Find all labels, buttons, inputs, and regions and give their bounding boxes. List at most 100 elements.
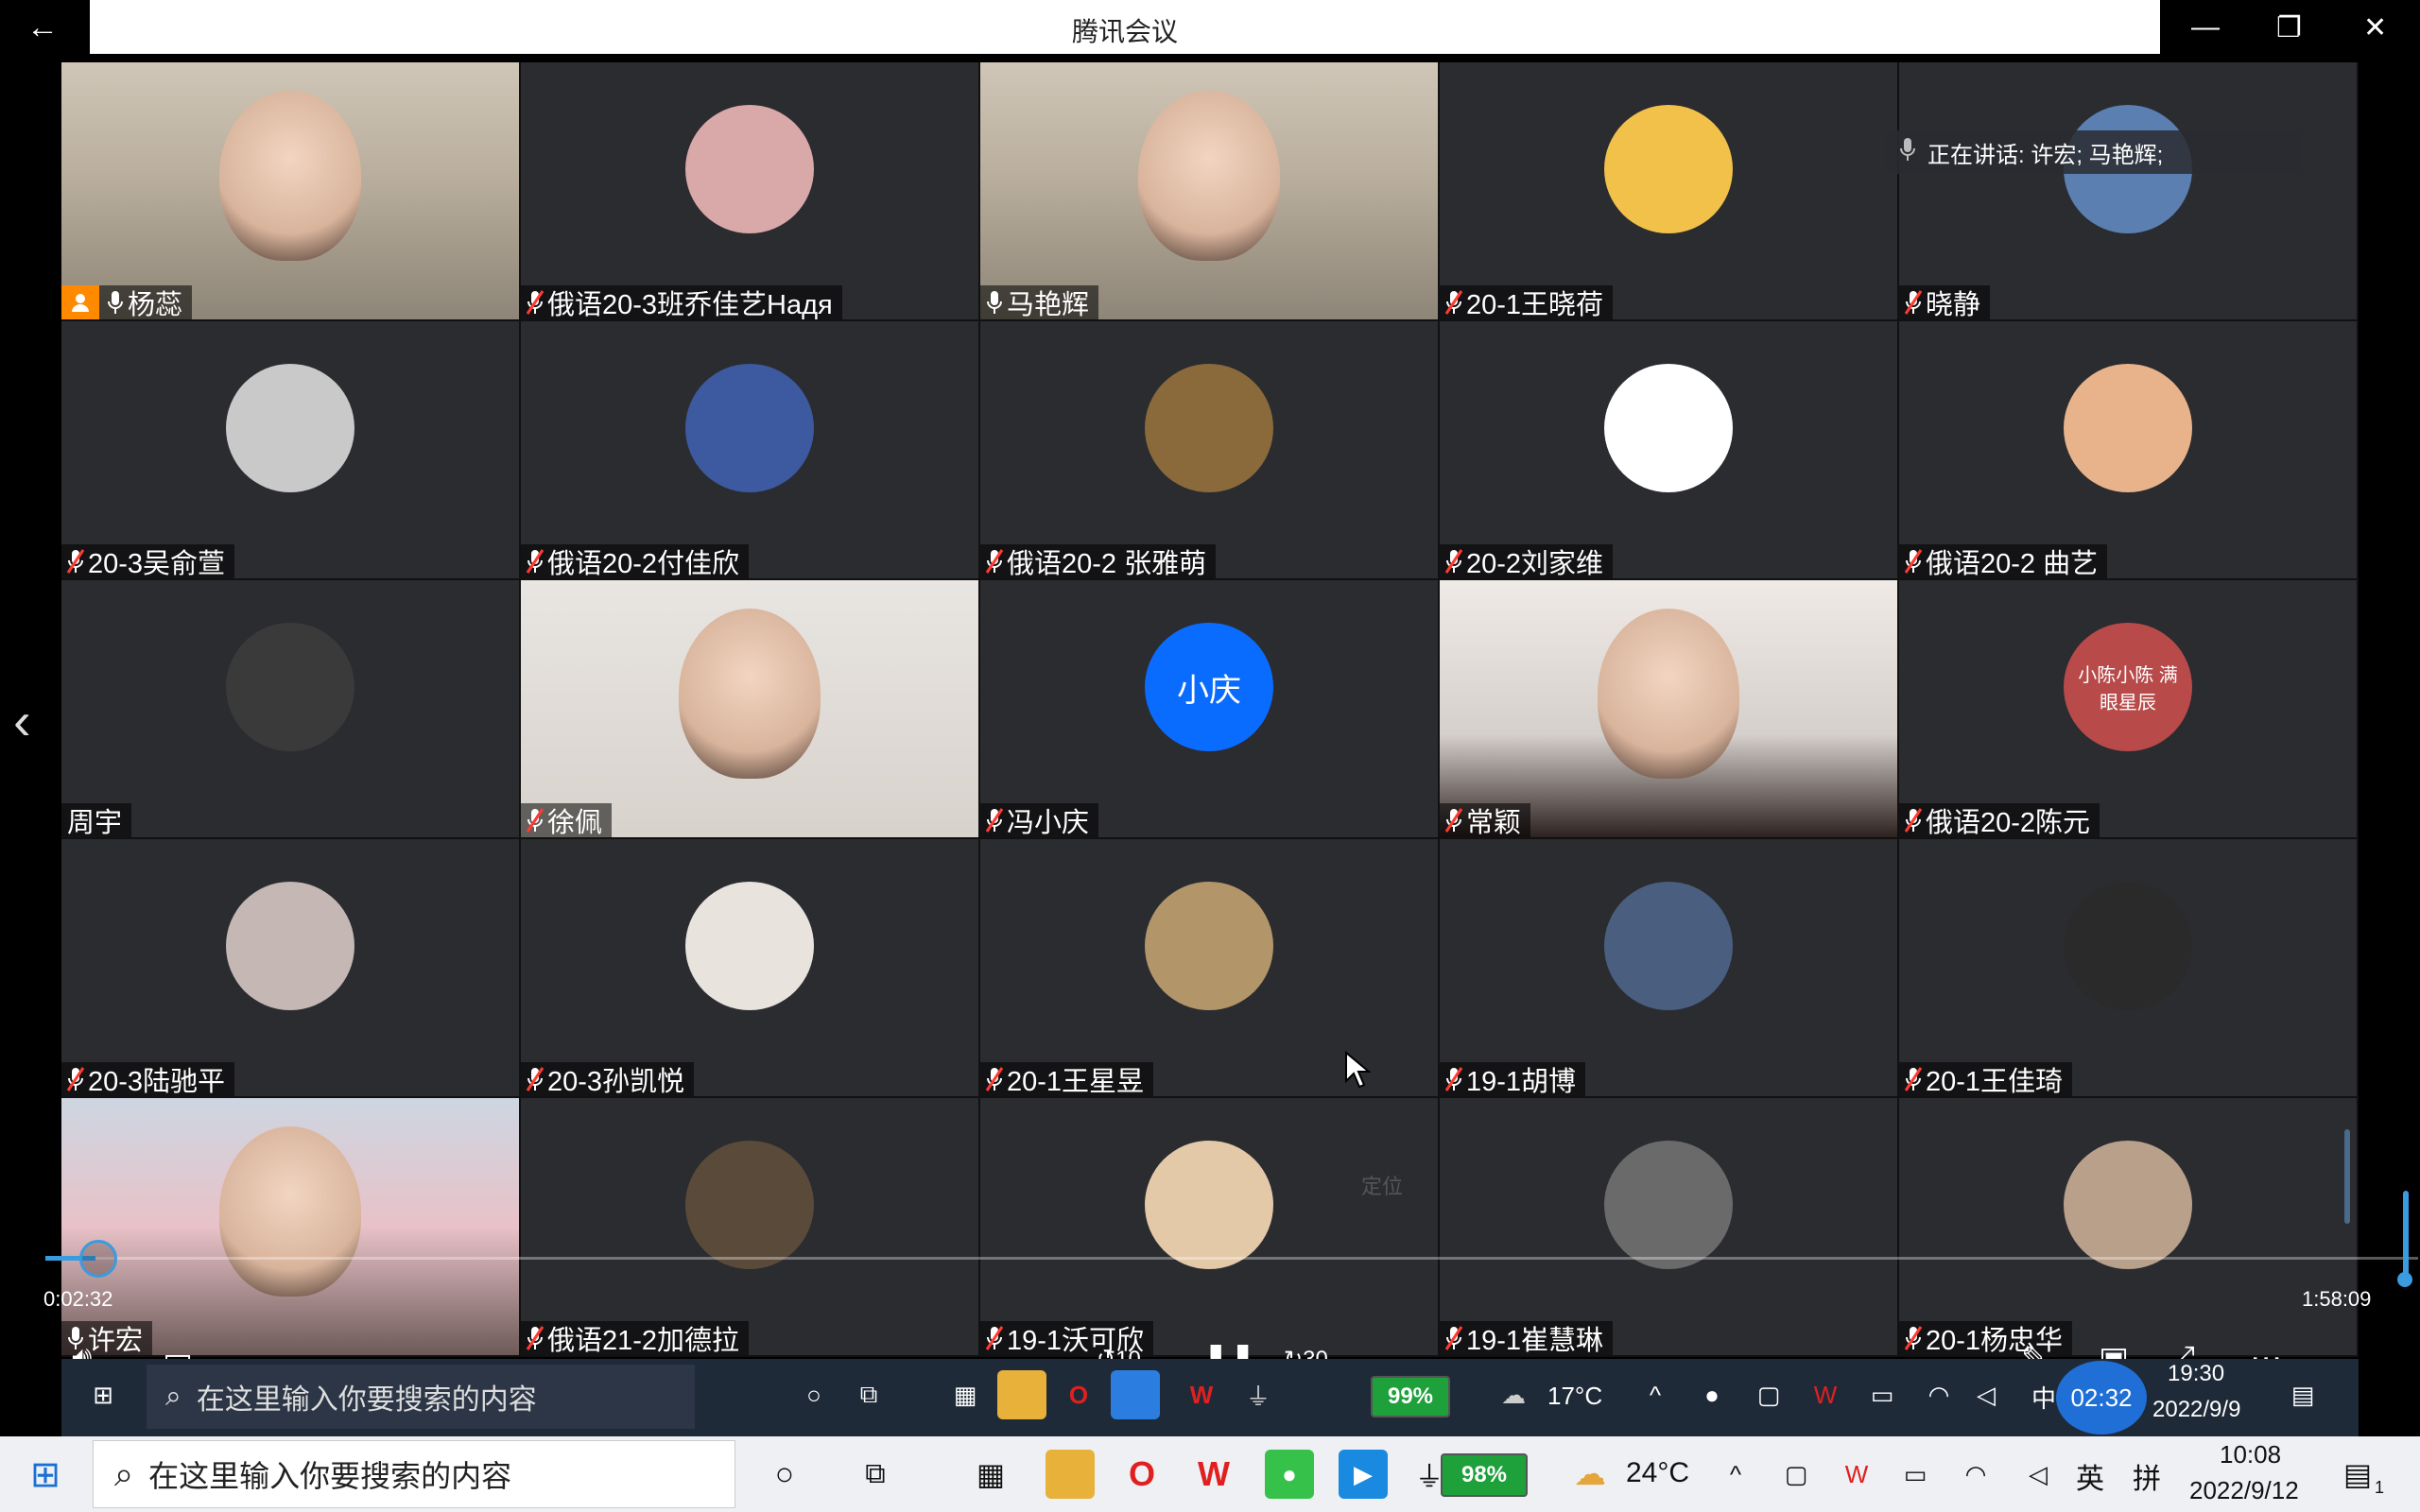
tray-screen-icon[interactable]: ▢ (1772, 1450, 1821, 1499)
participant-name: 俄语20-2付佳欣 (547, 549, 740, 578)
microphone-muted-icon (1904, 289, 1923, 316)
microphone-icon (1899, 136, 1916, 169)
recorded-battery-level: 99% (1371, 1376, 1450, 1418)
search-icon: ⌕ (165, 1381, 182, 1412)
microphone-muted-icon (1444, 289, 1463, 316)
participant-tile[interactable]: 小陈小陈 满眼星辰 俄语20-2陈元 (1899, 580, 2357, 837)
tray-chevron-up-icon[interactable]: ^ (1631, 1370, 1680, 1419)
participant-tile[interactable]: 20-3吴俞萱 (61, 321, 519, 578)
opera-icon[interactable]: O (1117, 1450, 1167, 1499)
weather-temp: 24°C (1626, 1457, 1690, 1488)
participant-tile[interactable]: 俄语20-2 曲艺 (1899, 321, 2357, 578)
meeting-app-icon[interactable] (1111, 1370, 1160, 1419)
speaking-text: 正在讲话: 许宏; 马艳辉; (1927, 142, 2164, 168)
window-title: 腾讯会议 (1071, 17, 1178, 46)
participant-name: 20-1王星昱 (1007, 1067, 1145, 1096)
apps-grid-icon[interactable]: ▦ (941, 1370, 990, 1419)
tray-battery-icon[interactable]: ▭ (1891, 1450, 1940, 1499)
participant-tile[interactable]: 晓静 (1899, 62, 2357, 319)
participant-tile[interactable]: 俄语20-3班乔佳艺Надя (521, 62, 978, 319)
participant-tile[interactable]: 徐佩 (521, 580, 978, 837)
ime-lang[interactable]: 英 (2076, 1455, 2104, 1497)
participant-nameplate: 20-1王晓荷 (1440, 285, 1614, 319)
microphone-muted-icon (526, 289, 544, 316)
participant-avatar (1145, 364, 1273, 492)
apps-grid-icon[interactable]: ▦ (966, 1450, 1015, 1499)
progress-knob[interactable] (78, 1240, 117, 1278)
recording-badge[interactable]: 02:32 (2056, 1361, 2147, 1435)
right-volume-knob[interactable] (2397, 1272, 2412, 1287)
tray-volume-icon[interactable]: ◁ (1962, 1370, 2011, 1419)
participant-tile[interactable]: 小庆 冯小庆 (980, 580, 1438, 837)
weather-icon: ☁ (1501, 1380, 1526, 1409)
back-arrow-icon[interactable]: ← (26, 9, 59, 46)
grid-scrollbar[interactable] (2344, 1129, 2350, 1224)
participant-name: 19-1胡博 (1466, 1067, 1577, 1096)
microphone-muted-icon (526, 1066, 544, 1092)
ime-mode[interactable]: 拼 (2133, 1455, 2161, 1497)
microphone-icon (986, 289, 1003, 316)
participant-tile[interactable]: 20-2刘家维 (1440, 321, 1897, 578)
task-view-icon[interactable]: ⧉ (851, 1450, 900, 1499)
elapsed-time: 0:02:32 (43, 1287, 113, 1311)
participant-avatar: 小庆 (1145, 623, 1273, 751)
participant-tile[interactable]: 俄语20-2 张雅萌 (980, 321, 1438, 578)
participant-nameplate: 俄语20-2付佳欣 (521, 544, 750, 578)
close-button[interactable]: ✕ (2363, 11, 2387, 44)
participant-nameplate: 周宇 (61, 803, 132, 837)
opera-icon[interactable]: O (1054, 1370, 1103, 1419)
participant-tile[interactable]: 马艳辉 (980, 62, 1438, 319)
participant-tile[interactable]: 常颖 (1440, 580, 1897, 837)
right-volume-bar[interactable] (2403, 1191, 2409, 1285)
cortana-icon[interactable]: ○ (760, 1450, 809, 1499)
participant-name: 20-2刘家维 (1466, 549, 1604, 578)
restore-button[interactable]: ❐ (2276, 11, 2302, 44)
file-explorer-icon[interactable] (1046, 1450, 1095, 1499)
wps-icon[interactable]: W (1177, 1370, 1226, 1419)
wechat-icon[interactable]: ● (1265, 1450, 1314, 1499)
cortana-icon[interactable]: ○ (789, 1370, 838, 1419)
minimize-button[interactable]: — (2191, 11, 2220, 43)
tray-wifi-icon[interactable]: ◠ (1951, 1450, 2000, 1499)
progress-track[interactable] (45, 1257, 2418, 1260)
tray-wps-icon[interactable]: W (1801, 1370, 1850, 1419)
tray-volume-icon[interactable]: ◁ (2014, 1450, 2063, 1499)
recorded-notification-icon[interactable]: ▤ (2278, 1370, 2327, 1419)
windows-start-icon[interactable]: ⊞ (78, 1370, 128, 1419)
microphone-muted-icon (985, 807, 1004, 833)
video-player-icon[interactable]: ▶ (1339, 1450, 1388, 1499)
tray-battery-icon[interactable]: ▭ (1858, 1370, 1907, 1419)
participant-name: 俄语20-2 张雅萌 (1007, 549, 1207, 578)
participant-tile[interactable]: 俄语20-2付佳欣 (521, 321, 978, 578)
host-user-icon (61, 285, 99, 319)
participant-tile[interactable]: 杨蕊 (61, 62, 519, 319)
wps-icon[interactable]: W (1189, 1450, 1238, 1499)
search-box[interactable]: ⌕ 在这里输入你要搜索的内容 (93, 1440, 735, 1508)
recorded-search-box[interactable]: ⌕ 在这里输入你要搜索的内容 (147, 1365, 695, 1429)
tray-mic-icon[interactable]: ● (1687, 1370, 1737, 1419)
participant-avatar (226, 882, 354, 1010)
participant-name: 20-3陆驰平 (88, 1067, 226, 1096)
participant-video (219, 91, 361, 261)
microphone-muted-icon (1444, 807, 1463, 833)
microphone-muted-icon (1444, 1066, 1463, 1092)
participant-avatar (1604, 364, 1733, 492)
tray-screen-icon[interactable]: ▢ (1744, 1370, 1793, 1419)
windows-start-icon[interactable]: ⊞ (21, 1450, 70, 1499)
participant-nameplate: 马艳辉 (980, 285, 1099, 319)
participant-tile[interactable]: 周宇 (61, 580, 519, 837)
chevron-left-icon[interactable]: ‹ (13, 690, 31, 751)
tray-wifi-icon[interactable]: ◠ (1914, 1370, 1963, 1419)
participant-tile[interactable]: 20-3陆驰平 (61, 839, 519, 1096)
tray-chevron-up-icon[interactable]: ^ (1711, 1450, 1760, 1499)
participant-tile[interactable]: 19-1胡博 (1440, 839, 1897, 1096)
participant-tile[interactable]: 20-3孙凯悦 (521, 839, 978, 1096)
recorded-ime-lang[interactable]: 中 (2031, 1380, 2056, 1415)
file-explorer-icon[interactable] (997, 1370, 1046, 1419)
participant-tile[interactable]: 20-1王佳琦 (1899, 839, 2357, 1096)
task-view-icon[interactable]: ⧉ (844, 1370, 893, 1419)
tray-wps-icon[interactable]: W (1832, 1450, 1881, 1499)
participant-tile[interactable]: 20-1王晓荷 (1440, 62, 1897, 319)
participant-avatar (1604, 105, 1733, 233)
participant-name: 徐佩 (547, 808, 603, 837)
